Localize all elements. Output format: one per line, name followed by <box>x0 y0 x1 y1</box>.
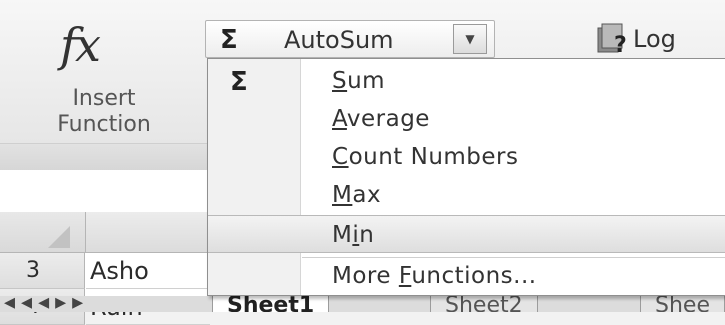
sigma-icon: Σ <box>220 25 238 55</box>
tab-sheet1[interactable]: Sheet1 <box>212 296 330 312</box>
insert-function-label-line1: Insert <box>72 86 136 111</box>
menu-item-count-numbers[interactable]: Count Numbers <box>208 138 725 176</box>
insert-function-label-line2: Function <box>57 112 151 137</box>
column-header[interactable] <box>86 212 210 253</box>
sheet-nav-arrows-icon[interactable]: ◂◂◂▸▸ <box>4 296 89 312</box>
logical-book-icon[interactable]: ? <box>596 22 630 54</box>
autosum-label: AutoSum <box>284 26 394 54</box>
menu-item-label: More Functions... <box>332 263 537 289</box>
logical-button-label[interactable]: Log <box>633 20 676 58</box>
sheet-tab-bar: ◂◂◂▸▸ Sheet1 Sheet2 Shee <box>0 296 725 312</box>
menu-item-more-functions[interactable]: More Functions... <box>208 257 725 295</box>
menu-item-max[interactable]: Max <box>208 176 725 214</box>
menu-item-sum[interactable]: Sum <box>208 62 725 100</box>
autosum-dropdown-menu: Σ Sum Average Count Numbers Max Min More… <box>207 58 725 296</box>
autosum-button[interactable]: Σ AutoSum ▼ <box>205 20 495 58</box>
svg-text:?: ? <box>614 33 627 54</box>
tab-sheet2[interactable]: Sheet2 <box>430 296 538 312</box>
select-all-triangle-icon <box>48 226 70 248</box>
fx-icon[interactable]: fx <box>60 18 101 72</box>
table-cell[interactable]: Asho <box>86 253 210 289</box>
menu-item-label: Count Numbers <box>332 144 519 170</box>
menu-item-min[interactable]: Min <box>208 215 725 253</box>
insert-function-button[interactable]: Insert Function <box>14 86 194 138</box>
dropdown-arrow-icon[interactable]: ▼ <box>453 24 487 54</box>
row-header[interactable]: 3 <box>0 253 85 289</box>
menu-item-average[interactable]: Average <box>208 100 725 138</box>
menu-item-label: Max <box>332 182 382 208</box>
menu-item-label: Sum <box>332 68 386 94</box>
menu-item-label: Average <box>332 106 430 132</box>
menu-item-label: Min <box>332 222 375 248</box>
select-all-corner[interactable] <box>0 212 86 253</box>
tab-sheet3[interactable]: Shee <box>640 296 725 312</box>
